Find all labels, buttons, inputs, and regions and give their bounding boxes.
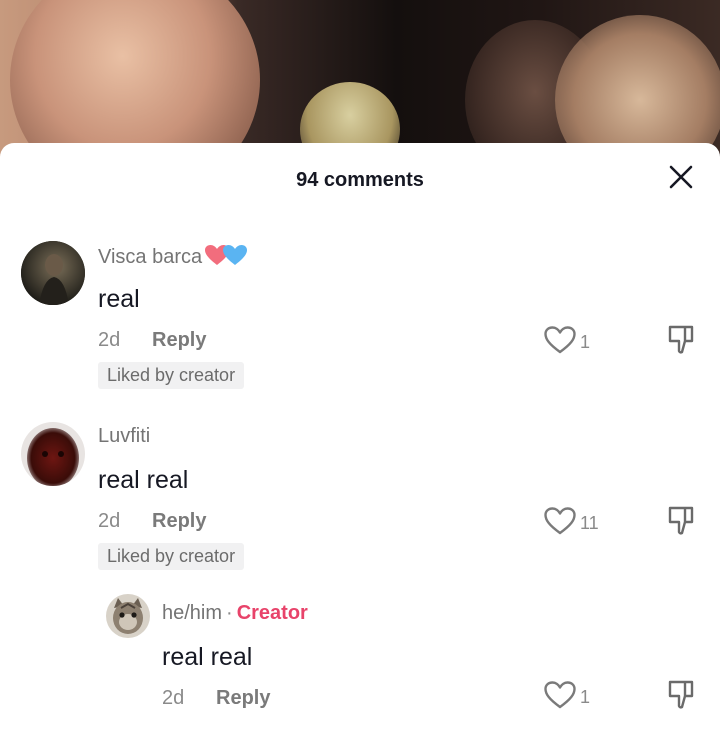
like-count: 1 [580, 332, 591, 352]
comment-text: real real [98, 466, 189, 494]
liked-by-creator-badge: Liked by creator [98, 362, 245, 389]
comment-text: real [98, 285, 140, 313]
heart-outline-icon [543, 506, 577, 541]
avatar[interactable] [106, 594, 150, 638]
avatar[interactable] [21, 241, 85, 305]
comment-username[interactable]: Luvfiti [98, 425, 150, 448]
comment-age: 2d [98, 510, 121, 532]
person-head [555, 15, 720, 160]
heart-outline-icon [543, 325, 577, 360]
reply-button[interactable]: Reply [152, 510, 206, 533]
video-background [0, 0, 720, 160]
liked-by-creator-badge: Liked by creator [98, 543, 245, 570]
avatar[interactable] [21, 422, 85, 486]
dislike-icon[interactable] [667, 505, 695, 542]
heart-outline-icon [543, 680, 577, 715]
creator-badge: Creator [236, 602, 308, 624]
dislike-icon[interactable] [667, 679, 695, 716]
reply-text: real real [162, 643, 253, 671]
comment-username[interactable]: Visca barca [98, 244, 248, 272]
reply-button[interactable]: Reply [216, 687, 270, 710]
like-button[interactable]: 1 [543, 325, 590, 360]
dislike-icon[interactable] [667, 324, 695, 361]
like-button[interactable]: 1 [543, 680, 590, 715]
close-icon[interactable] [668, 164, 694, 190]
comment-age: 2d [98, 329, 121, 351]
reply-button[interactable]: Reply [152, 329, 206, 352]
reply-age: 2d [162, 687, 185, 709]
reply-username[interactable]: he/him · Creator [162, 602, 308, 625]
person-face [10, 0, 260, 160]
like-button[interactable]: 11 [543, 506, 599, 541]
like-count: 1 [580, 687, 591, 707]
comments-count-title: 94 comments [296, 169, 424, 191]
comments-sheet: 94 comments Visca barca real 2d Reply Li… [0, 143, 720, 733]
blue-heart-icon [222, 244, 248, 272]
like-count: 11 [580, 513, 599, 533]
